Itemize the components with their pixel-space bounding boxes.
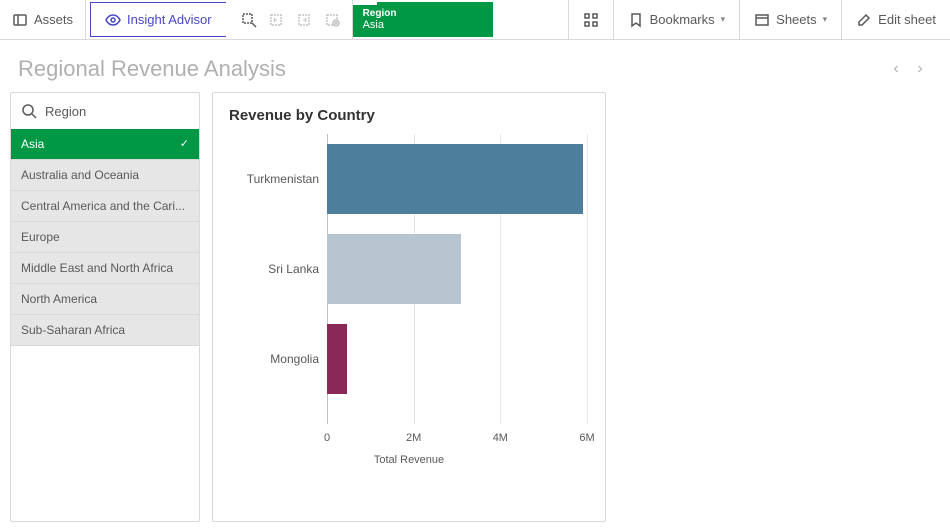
filter-item[interactable]: Asia xyxy=(11,129,199,160)
bar-row: Mongolia xyxy=(229,326,589,392)
smart-search-icon[interactable] xyxy=(240,11,258,29)
page-title: Regional Revenue Analysis xyxy=(18,56,884,82)
eye-icon xyxy=(105,12,121,28)
toolbar-left: Assets Insight Advisor Region Asia xyxy=(0,0,493,39)
bar[interactable] xyxy=(327,324,347,394)
grid-icon xyxy=(583,12,599,28)
bar-row: Turkmenistan xyxy=(229,146,589,212)
chevron-down-icon: ▾ xyxy=(721,14,726,25)
search-icon xyxy=(21,103,37,119)
prev-sheet-button[interactable]: ‹ xyxy=(884,60,908,78)
insight-advisor-button[interactable]: Insight Advisor xyxy=(90,2,226,37)
filter-item[interactable]: Australia and Oceania xyxy=(11,160,199,191)
main-area: Region AsiaAustralia and OceaniaCentral … xyxy=(0,92,950,522)
toolbar-right: Bookmarks ▾ Sheets ▾ Edit sheet xyxy=(568,0,950,39)
panel-icon xyxy=(12,12,28,28)
x-axis-label: Total Revenue xyxy=(229,454,589,466)
chart-plot: Total Revenue 02M4M6MTurkmenistanSri Lan… xyxy=(229,134,589,464)
selection-value: Asia xyxy=(363,19,483,31)
sheets-button[interactable]: Sheets ▾ xyxy=(739,0,841,39)
x-tick: 2M xyxy=(406,432,421,444)
filter-item[interactable]: North America xyxy=(11,284,199,315)
assets-button[interactable]: Assets xyxy=(0,0,86,39)
chart-card[interactable]: Revenue by Country Total Revenue 0 2M 4M 6M… xyxy=(212,92,606,522)
bar-label: Mongolia xyxy=(229,352,327,366)
filter-item[interactable]: Middle East and North Africa xyxy=(11,253,199,284)
sheet-titlebar: Regional Revenue Analysis ‹ › xyxy=(0,40,950,92)
selection-progress xyxy=(353,2,377,5)
x-tick: 6M xyxy=(579,432,594,444)
selection-tools xyxy=(230,0,353,39)
bar-label: Turkmenistan xyxy=(229,172,327,186)
assets-label: Assets xyxy=(34,12,73,27)
x-tick: 4M xyxy=(493,432,508,444)
bookmarks-label: Bookmarks xyxy=(650,12,715,27)
edit-label: Edit sheet xyxy=(878,12,936,27)
chart-title: Revenue by Country xyxy=(229,107,589,124)
filter-header[interactable]: Region xyxy=(11,93,199,129)
toolbar: Assets Insight Advisor Region Asia Bookm… xyxy=(0,0,950,40)
bar[interactable] xyxy=(327,234,461,304)
pencil-icon xyxy=(856,12,872,28)
selection-field-label: Region xyxy=(363,8,483,19)
edit-sheet-button[interactable]: Edit sheet xyxy=(841,0,950,39)
filter-item[interactable]: Central America and the Cari... xyxy=(11,191,199,222)
next-sheet-button[interactable]: › xyxy=(908,60,932,78)
selections-tool-button[interactable] xyxy=(568,0,613,39)
filter-item[interactable]: Sub-Saharan Africa xyxy=(11,315,199,346)
bar-row: Sri Lanka xyxy=(229,236,589,302)
filter-item[interactable]: Europe xyxy=(11,222,199,253)
filter-field-label: Region xyxy=(45,104,86,119)
selection-chip-region[interactable]: Region Asia xyxy=(353,2,493,37)
sheet-icon xyxy=(754,12,770,28)
insight-label: Insight Advisor xyxy=(127,12,212,27)
bookmark-icon xyxy=(628,12,644,28)
step-back-icon[interactable] xyxy=(268,11,286,29)
chevron-down-icon: ▾ xyxy=(823,14,828,25)
bookmarks-button[interactable]: Bookmarks ▾ xyxy=(613,0,740,39)
bar[interactable] xyxy=(327,144,583,214)
filter-pane-region: Region AsiaAustralia and OceaniaCentral … xyxy=(10,92,200,522)
sheets-label: Sheets xyxy=(776,12,816,27)
filter-list: AsiaAustralia and OceaniaCentral America… xyxy=(11,129,199,346)
step-forward-icon[interactable] xyxy=(296,11,314,29)
bar-label: Sri Lanka xyxy=(229,262,327,276)
clear-selections-icon[interactable] xyxy=(324,11,342,29)
x-tick: 0 xyxy=(324,432,330,444)
